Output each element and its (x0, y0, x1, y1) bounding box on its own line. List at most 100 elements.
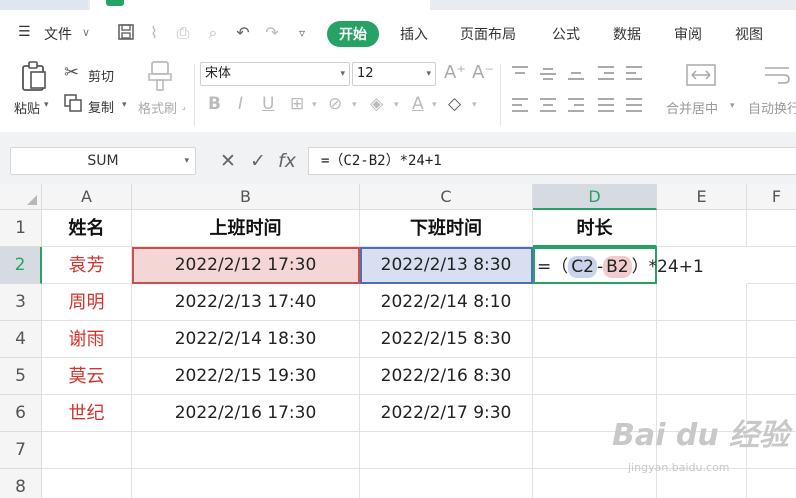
indent-increase-icon[interactable] (626, 66, 644, 80)
cell-d3[interactable] (533, 284, 657, 321)
save-icon[interactable] (116, 23, 136, 43)
cell-c4[interactable]: 2022/2/15 8:30 (360, 321, 533, 358)
cell-f1[interactable] (747, 210, 796, 247)
align-left-icon[interactable] (512, 98, 530, 112)
cell-b8[interactable] (132, 469, 360, 498)
cell-d1[interactable]: 时长 (533, 210, 657, 247)
scissors-icon[interactable]: ✂ (64, 62, 79, 83)
print-preview-icon[interactable]: ⌕ (203, 23, 223, 43)
cell-c1[interactable]: 下班时间 (360, 210, 533, 247)
border-icon[interactable]: ⊞ (290, 94, 304, 114)
row-header-5[interactable]: 5 (0, 358, 42, 395)
customize-icon[interactable]: ▿ (292, 23, 312, 43)
cell-c3[interactable]: 2022/2/14 8:10 (360, 284, 533, 321)
cell-e3[interactable] (657, 284, 747, 321)
format-painter-button[interactable]: 格式刷 (138, 98, 177, 117)
tab-home[interactable]: 开始 (327, 21, 379, 47)
font-color-icon[interactable]: A (412, 94, 424, 114)
cell-b1[interactable]: 上班时间 (132, 210, 360, 247)
cell-c2[interactable]: 2022/2/13 8:30 (360, 247, 533, 284)
cell-c6[interactable]: 2022/2/17 9:30 (360, 395, 533, 432)
cell-f5[interactable] (747, 358, 796, 395)
chevron-down-icon[interactable]: ∨ (82, 26, 90, 39)
cell-f8[interactable] (747, 469, 796, 498)
column-header-e[interactable]: E (657, 184, 747, 210)
format-painter-icon[interactable] (146, 60, 174, 96)
cell-a3[interactable]: 周明 (42, 284, 132, 321)
row-header-4[interactable]: 4 (0, 321, 42, 358)
cell-c8[interactable] (360, 469, 533, 498)
cell-e4[interactable] (657, 321, 747, 358)
row-header-8[interactable]: 8 (0, 469, 42, 498)
cell-b5[interactable]: 2022/2/15 19:30 (132, 358, 360, 395)
underline-icon[interactable]: U (262, 94, 274, 114)
row-header-7[interactable]: 7 (0, 432, 42, 469)
cell-c7[interactable] (360, 432, 533, 469)
cell-f4[interactable] (747, 321, 796, 358)
paste-dropdown-icon[interactable]: ▾ (44, 100, 49, 110)
increase-font-icon[interactable]: A⁺ (444, 62, 466, 83)
tab-view[interactable]: 视图 (735, 24, 763, 44)
wrap-text-button[interactable]: 自动换行 (748, 98, 796, 117)
cell-b2[interactable]: 2022/2/12 17:30 (132, 247, 360, 284)
row-header-6[interactable]: 6 (0, 395, 42, 432)
copy-dropdown-icon[interactable]: ▾ (122, 100, 127, 110)
cut-button[interactable]: 剪切 (88, 66, 114, 85)
select-all-corner[interactable] (0, 184, 42, 210)
row-header-3[interactable]: 3 (0, 284, 42, 321)
name-box[interactable]: SUM ▾ (10, 147, 196, 175)
hamburger-icon[interactable]: ☰ (18, 24, 31, 40)
decrease-font-icon[interactable]: A⁻ (472, 62, 494, 83)
column-header-a[interactable]: A (42, 184, 132, 210)
cell-b4[interactable]: 2022/2/14 18:30 (132, 321, 360, 358)
bold-icon[interactable]: B (208, 94, 221, 114)
merge-dropdown-icon[interactable]: ▾ (730, 101, 735, 111)
distributed-icon[interactable] (626, 98, 644, 112)
wrap-text-icon[interactable] (762, 64, 792, 88)
chevron-down-icon[interactable]: ▾ (472, 100, 477, 110)
cell-a6[interactable]: 世纪 (42, 395, 132, 432)
chevron-down-icon[interactable]: ▾ (352, 100, 357, 110)
tab-data[interactable]: 数据 (613, 24, 641, 44)
cell-f2[interactable] (747, 247, 796, 284)
column-header-f[interactable]: F (747, 184, 796, 210)
cell-b3[interactable]: 2022/2/13 17:40 (132, 284, 360, 321)
merge-center-button[interactable]: 合并居中 (666, 98, 718, 117)
document-tab[interactable] (90, 0, 430, 10)
align-middle-icon[interactable] (540, 66, 558, 80)
cell-b7[interactable] (132, 432, 360, 469)
align-center-icon[interactable] (540, 98, 558, 112)
format-painter-qa-icon[interactable]: ⌇ (144, 23, 164, 43)
row-header-1[interactable]: 1 (0, 210, 42, 247)
cell-d2-editing[interactable]: =（ C2- B2 ）*24+1 (533, 247, 704, 284)
row-header-2[interactable]: 2 (0, 247, 42, 284)
clipboard-launcher-icon[interactable]: ⌟ (182, 102, 186, 111)
cell-a8[interactable] (42, 469, 132, 498)
cancel-formula-icon[interactable]: ✕ (220, 150, 236, 172)
indent-decrease-icon[interactable] (598, 66, 616, 80)
chevron-down-icon[interactable]: ▾ (432, 100, 437, 110)
cell-c5[interactable]: 2022/2/16 8:30 (360, 358, 533, 395)
formula-input[interactable]: =（C2-B2）*24+1 (308, 147, 796, 175)
justify-icon[interactable] (598, 98, 616, 112)
cell-a2[interactable]: 袁芳 (42, 247, 132, 284)
print-icon[interactable]: ⎙ (173, 23, 193, 43)
confirm-formula-icon[interactable]: ✓ (250, 150, 266, 172)
menu-file[interactable]: 文件 (44, 24, 72, 44)
chevron-down-icon[interactable]: ▾ (394, 100, 399, 110)
align-bottom-icon[interactable] (568, 66, 586, 80)
chevron-down-icon[interactable]: ▾ (312, 100, 317, 110)
copy-button[interactable]: 复制 (88, 97, 114, 116)
clear-icon[interactable]: ◇ (448, 94, 461, 114)
cell-e1[interactable] (657, 210, 747, 247)
tab-formulas[interactable]: 公式 (552, 24, 580, 44)
tab-page-layout[interactable]: 页面布局 (460, 24, 516, 44)
cell-d5[interactable] (533, 358, 657, 395)
cell-e5[interactable] (657, 358, 747, 395)
tab-insert[interactable]: 插入 (400, 24, 428, 44)
cell-a5[interactable]: 莫云 (42, 358, 132, 395)
column-header-b[interactable]: B (132, 184, 360, 210)
cell-f3[interactable] (747, 284, 796, 321)
tab-review[interactable]: 审阅 (674, 24, 702, 44)
cell-a1[interactable]: 姓名 (42, 210, 132, 247)
